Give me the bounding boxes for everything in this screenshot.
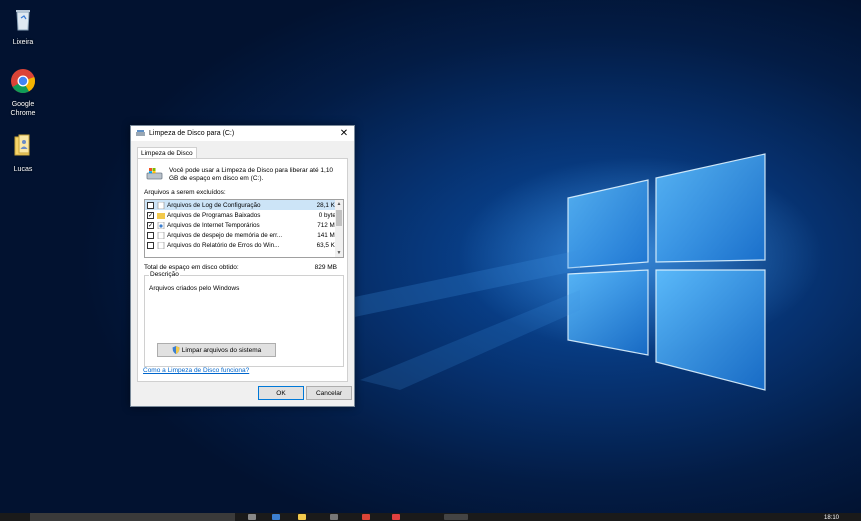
drive-icon (146, 168, 163, 180)
tab-panel: Você pode usar a Limpeza de Disco para l… (137, 158, 348, 382)
disk-cleanup-icon (136, 130, 145, 136)
list-item[interactable]: ✓ Arquivos de Programas Baixados 0 bytes (145, 210, 343, 220)
disk-cleanup-dialog: Limpeza de Disco para (C:) ✕ Limpeza de … (130, 125, 355, 407)
list-item[interactable]: Arquivos de despejo de memória de err...… (145, 230, 343, 240)
desktop-icon-label: Lixeira (12, 39, 34, 46)
document-icon (157, 241, 165, 249)
app-taskbar-icon[interactable] (392, 514, 400, 520)
file-name: Arquivos de Internet Temporários (167, 221, 260, 229)
file-size: 28,1 KB (316, 201, 339, 209)
taskbar-clock[interactable]: 18:10 (824, 515, 839, 521)
ok-button[interactable]: OK (258, 386, 304, 400)
desktop-icon-user-folder[interactable]: Lucas (0, 133, 46, 174)
file-name: Arquivos de despejo de memória de err... (167, 231, 283, 239)
cancel-button[interactable]: Cancelar (306, 386, 352, 400)
file-name: Arquivos de Log de Configuração (167, 201, 261, 209)
file-size: 712 MB (317, 221, 339, 229)
file-name: Arquivos do Relatório de Erros do Win... (167, 241, 280, 249)
desktop-icon-recycle-bin[interactable]: Lixeira (0, 6, 46, 47)
how-it-works-link[interactable]: Como a Limpeza de Disco funciona? (143, 367, 249, 374)
description-group: Descrição Arquivos criados pelo Windows … (144, 271, 344, 367)
total-label: Total de espaço em disco obtido: (144, 264, 239, 271)
file-name: Arquivos de Programas Baixados (167, 211, 261, 219)
checkbox-checked[interactable]: ✓ (147, 221, 154, 229)
dialog-body: Limpeza de Disco Você pode usar a Limpez… (131, 141, 354, 406)
scroll-down-icon[interactable]: ▼ (335, 249, 343, 257)
checkbox-checked[interactable]: ✓ (147, 211, 154, 219)
file-size: 63,5 KB (316, 241, 339, 249)
files-label: Arquivos a serem excluídos: (144, 189, 226, 196)
checkbox-unchecked[interactable] (147, 231, 154, 239)
document-icon (157, 231, 165, 239)
explorer-icon[interactable] (298, 514, 306, 520)
folder-icon (157, 212, 165, 219)
description-text: Arquivos criados pelo Windows (149, 285, 240, 292)
total-value: 829 MB (314, 264, 337, 271)
light-beams (340, 250, 580, 390)
total-row: Total de espaço em disco obtido: 829 MB (144, 264, 337, 271)
desktop-icon-label: Google Chrome (10, 101, 36, 117)
clean-system-files-button[interactable]: Limpar arquivos do sistema (157, 343, 276, 357)
list-item[interactable]: ✓ Arquivos de Internet Temporários 712 M… (145, 220, 343, 230)
files-list[interactable]: Arquivos de Log de Configuração 28,1 KB … (144, 199, 344, 258)
intro-section: Você pode usar a Limpeza de Disco para l… (146, 167, 344, 183)
taskview-icon[interactable] (248, 514, 256, 520)
desktop-icon-chrome[interactable]: Google Chrome (0, 68, 46, 118)
intro-text: Você pode usar a Limpeza de Disco para l… (169, 167, 334, 182)
taskbar (0, 513, 861, 521)
file-size: 0 bytes (318, 211, 339, 219)
recycle-bin-icon (16, 10, 30, 31)
uac-shield-icon (172, 346, 180, 354)
edge-icon[interactable] (272, 514, 280, 520)
clean-system-files-label: Limpar arquivos do sistema (181, 346, 262, 354)
close-icon: ✕ (339, 128, 349, 139)
windows-logo-wallpaper (567, 153, 766, 391)
checkbox-unchecked[interactable] (147, 201, 154, 209)
close-button[interactable]: ✕ (334, 126, 354, 141)
file-size: 141 MB (317, 231, 339, 239)
checkbox-unchecked[interactable] (147, 241, 154, 249)
list-item[interactable]: Arquivos do Relatório de Erros do Win...… (145, 240, 343, 250)
scroll-thumb[interactable] (336, 210, 342, 226)
scroll-up-icon[interactable]: ▲ (335, 200, 343, 208)
document-icon (157, 201, 165, 209)
user-folder-icon (14, 134, 30, 156)
chrome-taskbar-icon[interactable] (362, 514, 370, 520)
description-legend: Descrição (149, 271, 180, 278)
list-scrollbar[interactable]: ▲ ▼ (335, 200, 343, 257)
desktop-icon-label: Lucas (13, 166, 33, 173)
disk-cleanup-taskbar-icon[interactable] (444, 514, 468, 520)
dialog-titlebar[interactable]: Limpeza de Disco para (C:) ✕ (131, 126, 354, 141)
chrome-icon (11, 69, 35, 94)
dialog-title: Limpeza de Disco para (C:) (149, 130, 235, 137)
lock-document-icon (157, 221, 165, 229)
store-icon[interactable] (330, 514, 338, 520)
list-item[interactable]: Arquivos de Log de Configuração 28,1 KB (145, 200, 343, 210)
taskbar-search[interactable] (30, 513, 235, 521)
